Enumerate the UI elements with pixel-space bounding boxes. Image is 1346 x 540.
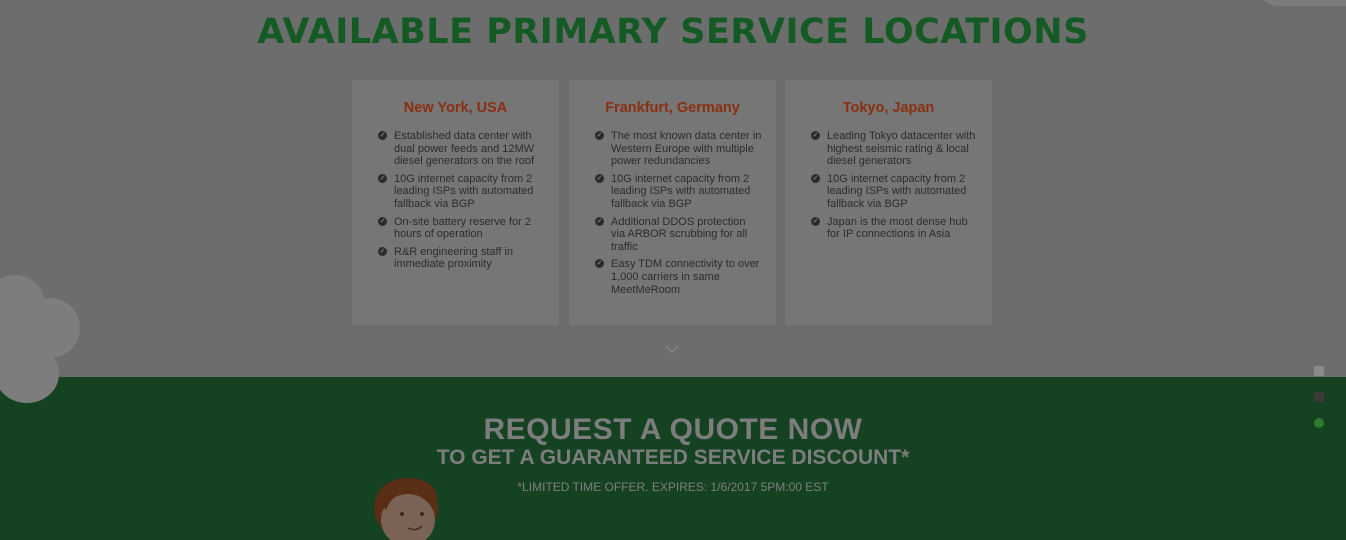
mascot-face-icon — [374, 477, 438, 540]
list-item: ✓ Easy TDM connectivity to over 1,000 car… — [595, 258, 760, 296]
list-item: ✓ The most known data center in Western E… — [595, 130, 762, 168]
location-card-new-york: New York, USA ✓ Established data center w… — [352, 80, 559, 325]
feature-list: ✓ The most known data center in Western E… — [595, 130, 762, 296]
section-nav-dot[interactable] — [1314, 366, 1324, 376]
section-nav-dot[interactable] — [1314, 392, 1324, 402]
location-name: Frankfurt, Germany — [605, 100, 740, 116]
check-circle-icon: ✓ — [595, 173, 604, 183]
list-item: ✓ On-site battery reserve for 2 hours of … — [378, 215, 531, 241]
check-circle-icon: ✓ — [595, 216, 604, 226]
list-item: ✓ 10G internet capacity from 2 leading IS… — [595, 172, 751, 210]
check-circle-icon: ✓ — [595, 259, 604, 269]
feature-list: ✓ Established data center with dual power… — [378, 130, 545, 271]
check-circle-icon: ✓ — [378, 173, 387, 183]
check-circle-icon: ✓ — [811, 131, 820, 140]
list-item: ✓ R&R engineering staff in immediate prox… — [378, 245, 514, 271]
section-nav-dot-active[interactable] — [1314, 418, 1324, 428]
list-item: ✓ Additional DDOS protection via ARBOR sc… — [595, 215, 748, 253]
check-circle-icon: ✓ — [595, 131, 604, 140]
chevron-down-icon[interactable] — [665, 345, 679, 353]
cloud-decoration — [1256, 0, 1346, 6]
quote-subtitle: TO GET A GUARANTEED SERVICE DISCOUNT* — [436, 446, 910, 469]
list-item: ✓ 10G internet capacity from 2 leading IS… — [378, 172, 534, 210]
location-card-tokyo: Tokyo, Japan ✓ Leading Tokyo datacenter w… — [785, 80, 992, 325]
feature-list: ✓ Leading Tokyo datacenter with highest s… — [811, 130, 978, 241]
list-item: ✓ Leading Tokyo datacenter with highest s… — [811, 130, 976, 168]
page-title: AVAILABLE PRIMARY SERVICE LOCATIONS — [257, 12, 1089, 52]
list-item: ✓ Japan is the most dense hub for IP conn… — [811, 215, 968, 241]
list-item: ✓ 10G internet capacity from 2 leading IS… — [811, 172, 967, 210]
offer-text: *LIMITED TIME OFFER. EXPIRES: 1/6/2017 5… — [517, 480, 829, 494]
location-name: New York, USA — [403, 100, 508, 116]
check-circle-icon: ✓ — [378, 216, 387, 226]
check-circle-icon: ✓ — [811, 173, 820, 183]
quote-title: REQUEST A QUOTE NOW — [483, 413, 863, 446]
check-circle-icon: ✓ — [378, 131, 387, 140]
location-name: Tokyo, Japan — [842, 100, 935, 116]
check-circle-icon: ✓ — [811, 216, 820, 226]
check-circle-icon: ✓ — [378, 246, 387, 256]
location-card-frankfurt: Frankfurt, Germany ✓ The most known data … — [569, 80, 776, 325]
list-item: ✓ Established data center with dual power… — [378, 130, 535, 168]
